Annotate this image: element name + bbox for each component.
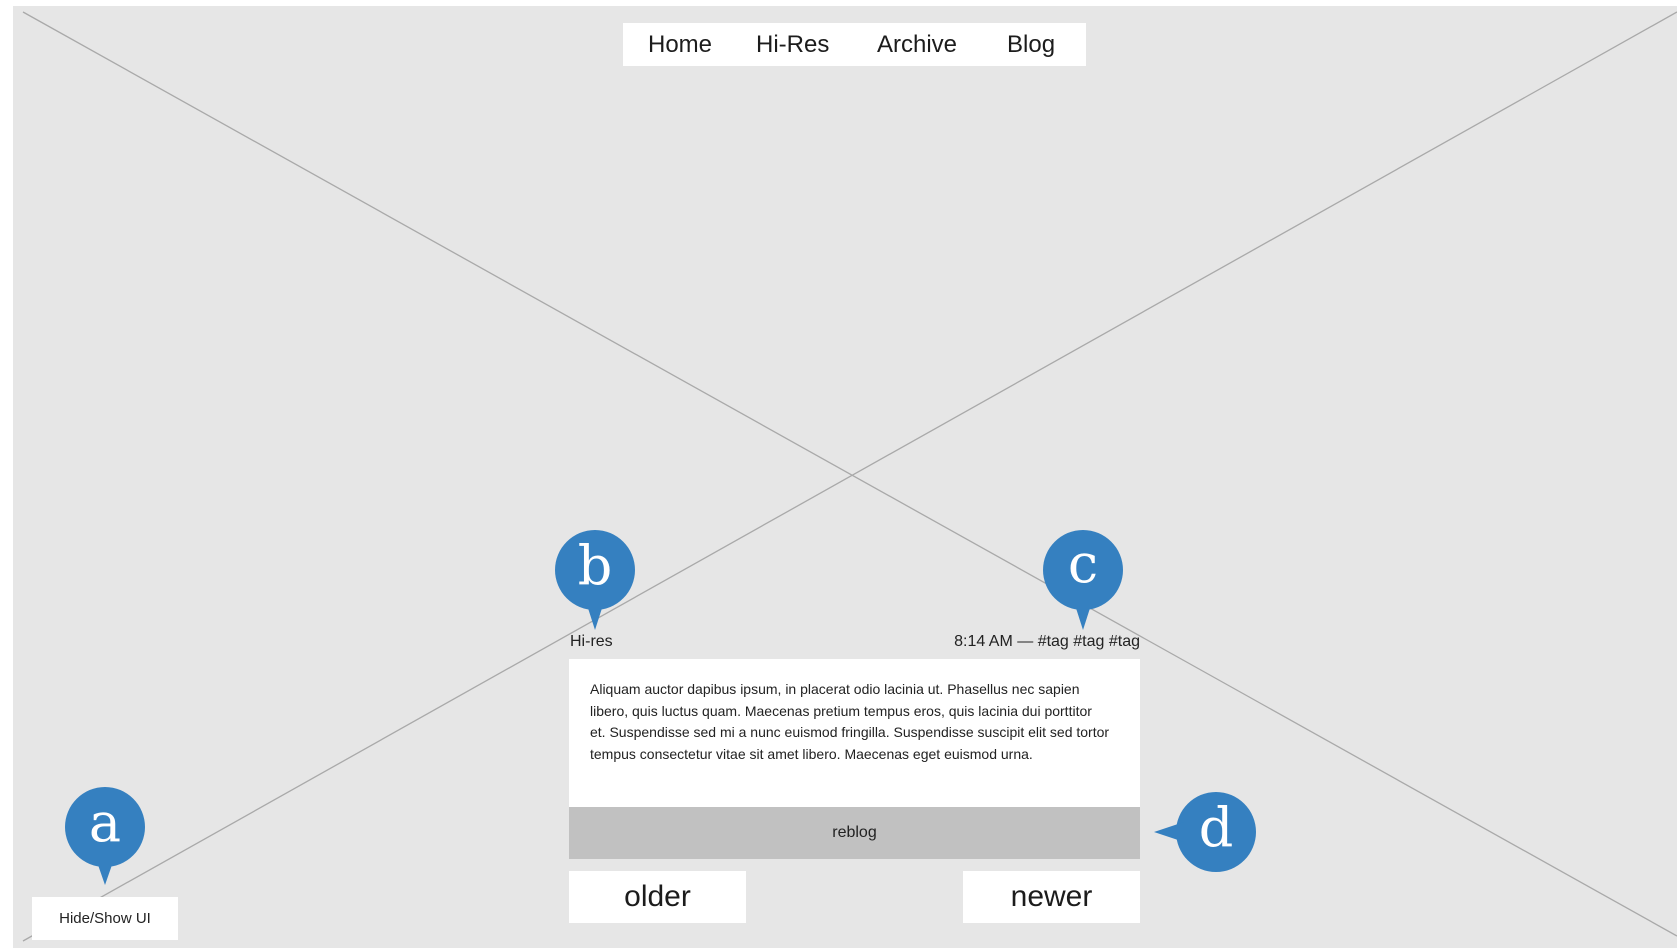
post-body: Aliquam auctor dapibus ipsum, in placera…: [569, 659, 1140, 807]
annotation-letter: a: [88, 791, 122, 854]
annotation-letter: b: [577, 534, 613, 597]
reblog-button[interactable]: reblog: [569, 807, 1140, 859]
post-body-text: Aliquam auctor dapibus ipsum, in placera…: [590, 681, 1110, 762]
annotation-marker-d: d: [1154, 792, 1256, 874]
top-nav: Home Hi-Res Archive Blog: [623, 23, 1086, 66]
hide-show-ui-button[interactable]: Hide/Show UI: [32, 897, 178, 940]
annotation-letter: c: [1067, 532, 1099, 595]
nav-hi-res[interactable]: Hi-Res: [756, 23, 829, 66]
post-title[interactable]: Hi-res: [570, 633, 613, 651]
newer-button[interactable]: newer: [963, 871, 1140, 923]
annotation-marker-a: a: [65, 787, 145, 887]
annotation-marker-b: b: [555, 530, 635, 630]
nav-blog[interactable]: Blog: [1007, 23, 1055, 66]
post-meta[interactable]: 8:14 AM — #tag #tag #tag: [840, 633, 1140, 651]
annotation-letter: d: [1198, 796, 1234, 859]
older-button[interactable]: older: [569, 871, 746, 923]
annotation-marker-c: c: [1043, 530, 1123, 630]
nav-archive[interactable]: Archive: [877, 23, 957, 66]
nav-home[interactable]: Home: [648, 23, 712, 66]
